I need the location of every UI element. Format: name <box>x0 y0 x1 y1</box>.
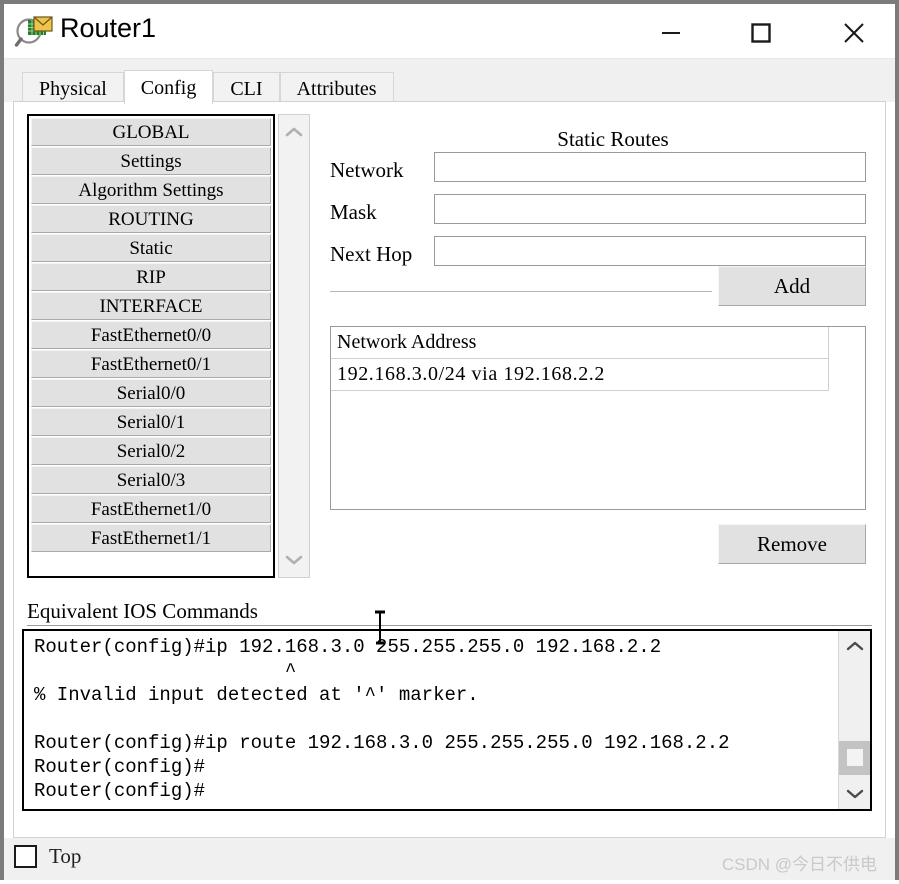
config-section-listbox: GLOBAL Settings Algorithm Settings ROUTI… <box>27 114 275 578</box>
mask-input[interactable] <box>434 194 866 224</box>
ios-commands-underline <box>27 625 872 626</box>
sidebar-item-fastethernet0-1[interactable]: FastEthernet0/1 <box>31 350 271 378</box>
tab-cli[interactable]: CLI <box>213 72 280 104</box>
chevron-down-icon[interactable] <box>279 547 309 573</box>
sidebar-item-fastethernet1-1[interactable]: FastEthernet1/1 <box>31 524 271 552</box>
static-routes-panel: Static Routes Network Mask Next Hop Add … <box>324 114 872 578</box>
window-bottom-edge <box>0 880 899 884</box>
top-checkbox-label: Top <box>49 844 82 868</box>
routes-table-header: Network Address <box>331 327 829 359</box>
tab-attributes[interactable]: Attributes <box>279 72 394 104</box>
minimize-button[interactable] <box>641 8 701 58</box>
watermark: CSDN @今日不供电 <box>721 855 877 874</box>
maximize-button[interactable] <box>731 8 791 58</box>
ios-commands-output[interactable]: Router(config)#ip 192.168.3.0 255.255.25… <box>22 629 872 811</box>
minimize-icon <box>662 32 680 34</box>
chevron-down-icon[interactable] <box>839 781 870 807</box>
ios-commands-label: Equivalent IOS Commands <box>27 599 258 623</box>
tab-list: Physical Config CLI Attributes <box>22 70 394 104</box>
bottom-bar: Top CSDN @今日不供电 <box>4 838 895 880</box>
window-title: Router1 <box>60 13 157 43</box>
sidebar-item-serial0-0[interactable]: Serial0/0 <box>31 379 271 407</box>
config-section-list: GLOBAL Settings Algorithm Settings ROUTI… <box>27 114 310 578</box>
sidebar-item-serial0-2[interactable]: Serial0/2 <box>31 437 271 465</box>
add-button[interactable]: Add <box>718 266 866 306</box>
sidebar-item-routing[interactable]: ROUTING <box>31 205 271 233</box>
sidebar-scrollbar[interactable] <box>278 114 310 578</box>
sidebar-item-serial0-1[interactable]: Serial0/1 <box>31 408 271 436</box>
chevron-up-icon[interactable] <box>839 633 870 659</box>
table-row[interactable]: 192.168.3.0/24 via 192.168.2.2 <box>331 359 829 391</box>
checkbox-box-icon[interactable] <box>14 845 37 868</box>
router-config-window: Router1 Physical Config CLI Attributes G… <box>0 0 899 884</box>
sidebar-item-algorithm-settings[interactable]: Algorithm Settings <box>31 176 271 204</box>
sidebar-item-global[interactable]: GLOBAL <box>31 118 271 146</box>
sidebar-item-static[interactable]: Static <box>31 234 271 262</box>
sidebar-item-rip[interactable]: RIP <box>31 263 271 291</box>
packet-tracer-device-icon <box>14 12 56 52</box>
top-checkbox[interactable]: Top <box>14 844 81 869</box>
sidebar-item-serial0-3[interactable]: Serial0/3 <box>31 466 271 494</box>
next-hop-label: Next Hop <box>330 242 413 266</box>
chevron-up-icon[interactable] <box>279 119 309 145</box>
title-bar: Router1 <box>4 4 895 59</box>
maximize-icon <box>751 23 771 43</box>
network-label: Network <box>330 158 404 182</box>
sidebar-item-fastethernet1-0[interactable]: FastEthernet1/0 <box>31 495 271 523</box>
scrollbar-thumb[interactable] <box>839 741 870 775</box>
divider <box>330 291 712 292</box>
ios-commands-scrollbar[interactable] <box>838 631 870 809</box>
sidebar-item-settings[interactable]: Settings <box>31 147 271 175</box>
sidebar-item-interface[interactable]: INTERFACE <box>31 292 271 320</box>
window-right-edge <box>895 0 899 884</box>
next-hop-input[interactable] <box>434 236 866 266</box>
mask-label: Mask <box>330 200 377 224</box>
close-button[interactable] <box>824 8 884 58</box>
ios-commands-text: Router(config)#ip 192.168.3.0 255.255.25… <box>34 636 730 802</box>
config-tab-panel: GLOBAL Settings Algorithm Settings ROUTI… <box>13 101 886 838</box>
page-title: Static Routes <box>557 127 669 151</box>
window-left-edge <box>0 0 4 884</box>
network-input[interactable] <box>434 152 866 182</box>
tab-strip: Physical Config CLI Attributes <box>4 59 895 104</box>
remove-button[interactable]: Remove <box>718 524 866 564</box>
tab-config[interactable]: Config <box>123 70 214 104</box>
close-icon <box>844 23 864 43</box>
tab-physical[interactable]: Physical <box>22 72 124 104</box>
sidebar-item-fastethernet0-0[interactable]: FastEthernet0/0 <box>31 321 271 349</box>
routes-table: Network Address 192.168.3.0/24 via 192.1… <box>330 326 866 510</box>
